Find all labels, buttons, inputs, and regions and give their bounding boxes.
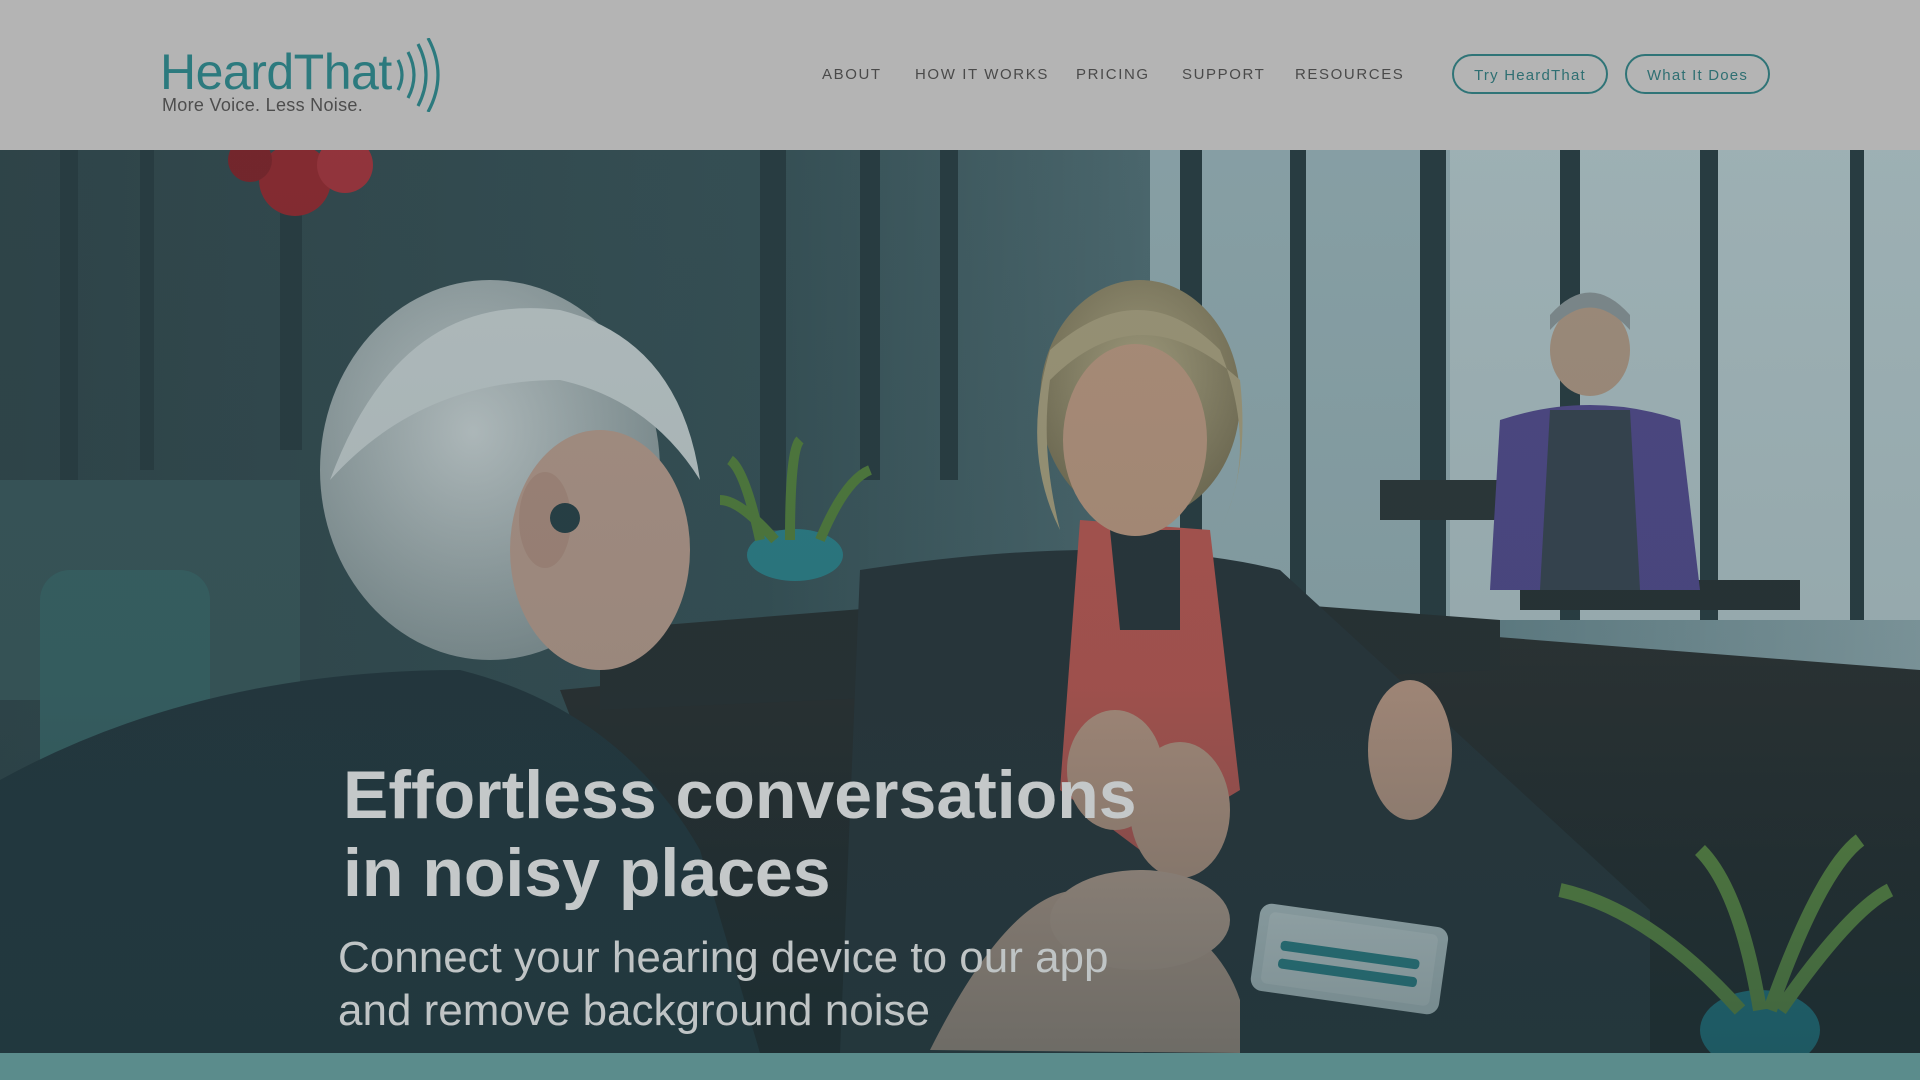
hero-title-line-1: Effortless conversations bbox=[343, 757, 1137, 833]
nav-resources[interactable]: RESOURCES bbox=[1295, 64, 1404, 86]
site-header: HeardThat More Voice. Less Noise. ABOUT … bbox=[0, 0, 1920, 150]
heardthat-logo[interactable]: HeardThat More Voice. Less Noise. bbox=[160, 34, 450, 120]
hero-title-line-2: in noisy places bbox=[343, 835, 831, 911]
nav-about[interactable]: ABOUT bbox=[822, 64, 882, 86]
nav-how-it-works[interactable]: HOW IT WORKS bbox=[915, 64, 1049, 86]
what-it-does-button[interactable]: What It Does bbox=[1625, 54, 1770, 94]
logo-wordmark: HeardThat bbox=[160, 44, 392, 100]
try-heardthat-button[interactable]: Try HeardThat bbox=[1452, 54, 1608, 94]
hero-section: Effortless conversations in noisy places… bbox=[0, 150, 1920, 1053]
logo-tagline: More Voice. Less Noise. bbox=[162, 95, 363, 115]
hero-photo bbox=[0, 150, 1920, 1053]
hero-subtitle-line-1: Connect your hearing device to our app bbox=[338, 933, 1109, 982]
hero-title: Effortless conversations in noisy places bbox=[343, 756, 1243, 912]
hero-subtitle-line-2: and remove background noise bbox=[338, 986, 930, 1035]
hero-subtitle: Connect your hearing device to our app a… bbox=[338, 931, 1238, 1037]
nav-support[interactable]: SUPPORT bbox=[1182, 64, 1265, 86]
teal-footer-bar bbox=[0, 1053, 1920, 1080]
sound-waves-icon bbox=[396, 38, 440, 112]
nav-pricing[interactable]: PRICING bbox=[1076, 64, 1150, 86]
